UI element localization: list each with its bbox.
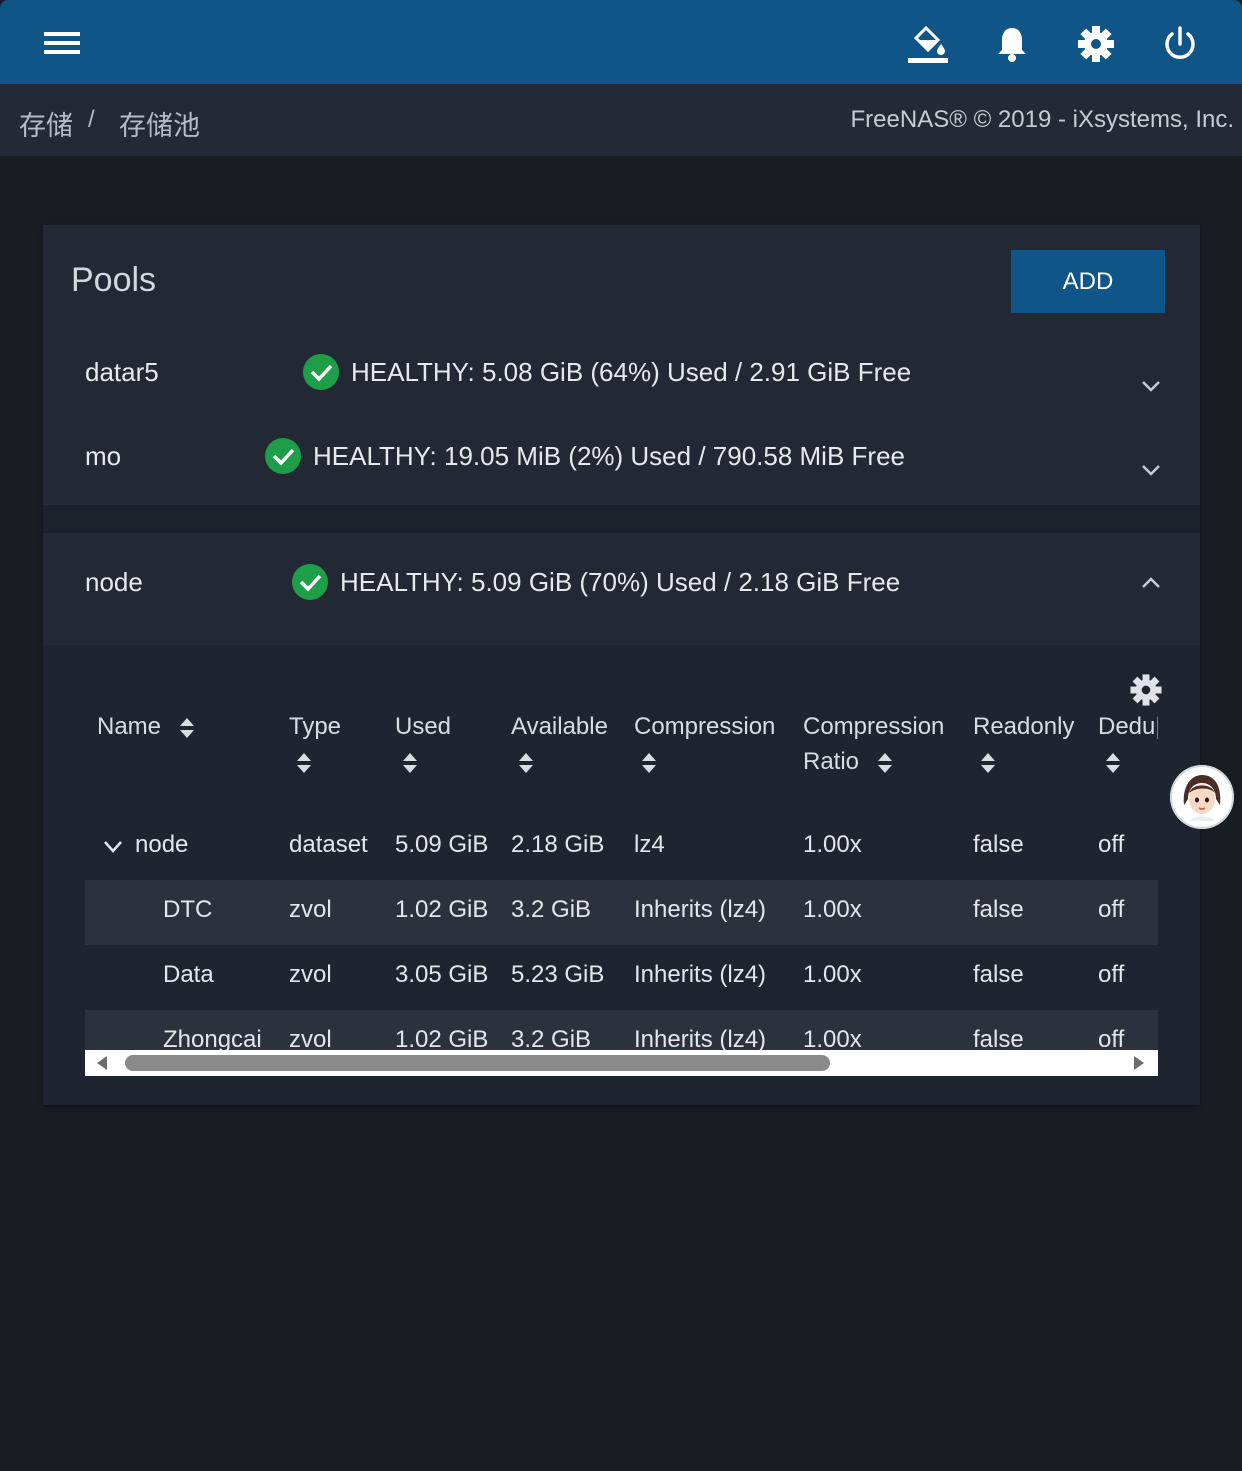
assistant-avatar[interactable] — [1170, 765, 1234, 829]
cell-name: Data — [163, 961, 214, 988]
cell-available: 3.2 GiB — [511, 896, 592, 923]
column-header-label: Readonly — [973, 713, 1075, 740]
cell-dedup: off — [1098, 896, 1125, 923]
column-header-label: Dedu| — [1098, 713, 1158, 740]
cell-name: DTC — [163, 896, 213, 923]
column-header-compression-ratio[interactable]: Compression Ratio — [803, 709, 944, 779]
pool-row-node[interactable]: node HEALTHY: 5.09 GiB (70%) Used / 2.18… — [43, 539, 1200, 623]
cell-used: 5.09 GiB — [395, 831, 489, 858]
cell-readonly: false — [973, 961, 1024, 988]
table-row[interactable]: DTC zvol 1.02 GiB 3.2 GiB Inherits (lz4)… — [85, 880, 1158, 945]
pool-status: HEALTHY: 19.05 MiB (2%) Used / 790.58 Mi… — [265, 438, 905, 474]
cell-available: 5.23 GiB — [511, 961, 605, 988]
cell-compression: lz4 — [634, 831, 665, 858]
column-header-compression[interactable]: Compression — [634, 709, 775, 779]
pool-divider — [43, 505, 1200, 533]
avatar-girl-icon — [1170, 765, 1234, 829]
column-header-label-line2: Ratio — [803, 748, 860, 775]
cell-ratio: 1.00x — [803, 896, 862, 923]
chevron-down-icon[interactable] — [1139, 374, 1163, 398]
cell-name: node — [135, 831, 189, 858]
scrollbar-thumb[interactable] — [125, 1055, 830, 1071]
horizontal-scrollbar[interactable] — [85, 1050, 1158, 1076]
table-row[interactable]: Data zvol 3.05 GiB 5.23 GiB Inherits (lz… — [85, 945, 1158, 1010]
pool-name: datar5 — [85, 357, 159, 387]
chevron-up-icon[interactable] — [1139, 571, 1163, 595]
cell-type: zvol — [289, 961, 332, 988]
settings-gear-icon[interactable] — [1074, 22, 1118, 66]
sort-icon[interactable] — [979, 751, 997, 775]
healthy-check-icon — [292, 564, 328, 600]
cell-ratio: 1.00x — [803, 961, 862, 988]
sort-icon[interactable] — [178, 716, 196, 740]
cell-dedup: off — [1098, 831, 1125, 858]
scroll-left-arrow-icon[interactable] — [97, 1056, 107, 1070]
column-header-type[interactable]: Type — [289, 709, 341, 779]
healthy-check-icon — [303, 354, 339, 390]
breadcrumb-item-storage[interactable]: 存储 — [19, 104, 73, 143]
pool-status-text: HEALTHY: 19.05 MiB (2%) Used / 790.58 Mi… — [313, 440, 905, 471]
column-header-readonly[interactable]: Readonly — [973, 709, 1074, 779]
column-header-label: Compression — [803, 713, 945, 740]
breadcrumb-item-pools: 存储池 — [119, 111, 200, 141]
cell-readonly: false — [973, 896, 1024, 923]
sort-icon[interactable] — [876, 751, 894, 775]
pool-name: mo — [85, 441, 122, 471]
breadcrumb-separator: / — [88, 106, 95, 133]
breadcrumb: 存储 / 存储池 FreeNAS® © 2019 - iXsystems, In… — [0, 84, 1242, 156]
power-icon[interactable] — [1158, 22, 1202, 66]
column-header-dedup[interactable]: Dedu| — [1098, 709, 1158, 779]
top-toolbar — [0, 0, 1242, 84]
column-header-label: Type — [289, 713, 342, 740]
page-title: Pools — [71, 261, 157, 299]
cell-used: 3.05 GiB — [395, 961, 489, 988]
pool-status-text: HEALTHY: 5.08 GiB (64%) Used / 2.91 GiB … — [351, 356, 912, 387]
pool-status: HEALTHY: 5.08 GiB (64%) Used / 2.91 GiB … — [303, 354, 911, 390]
column-header-name[interactable]: Name — [97, 709, 196, 744]
pool-status: HEALTHY: 5.09 GiB (70%) Used / 2.18 GiB … — [292, 564, 900, 600]
scroll-right-arrow-icon[interactable] — [1134, 1056, 1144, 1070]
column-header-used[interactable]: Used — [395, 709, 451, 779]
cell-type: dataset — [289, 831, 368, 858]
copyright-text: FreeNAS® © 2019 - iXsystems, Inc. — [850, 106, 1234, 133]
sort-icon[interactable] — [1104, 751, 1122, 775]
chevron-down-icon[interactable] — [1139, 458, 1163, 482]
hamburger-menu-icon[interactable] — [44, 30, 82, 56]
theme-paint-bucket-icon[interactable] — [906, 22, 950, 66]
cell-compression: Inherits (lz4) — [634, 896, 767, 923]
sort-icon[interactable] — [640, 751, 658, 775]
pool-row-datar5[interactable]: datar5 HEALTHY: 5.08 GiB (64%) Used / 2.… — [43, 329, 1200, 413]
table-row[interactable]: node dataset 5.09 GiB 2.18 GiB lz4 1.00x… — [85, 815, 1158, 880]
pools-card: Pools ADD datar5 HEALTHY: 5.08 GiB (64%)… — [43, 225, 1200, 1105]
column-header-label: Name — [97, 713, 162, 740]
pool-name: node — [85, 567, 143, 597]
cell-ratio: 1.00x — [803, 831, 862, 858]
chevron-down-icon[interactable] — [103, 840, 123, 854]
sort-icon[interactable] — [517, 751, 535, 775]
cell-readonly: false — [973, 831, 1024, 858]
healthy-check-icon — [265, 438, 301, 474]
cell-available: 2.18 GiB — [511, 831, 605, 858]
column-header-label: Compression — [634, 713, 776, 740]
cell-used: 1.02 GiB — [395, 896, 489, 923]
dataset-table: Name Type Used Available Compression Com… — [85, 665, 1158, 1076]
pool-status-text: HEALTHY: 5.09 GiB (70%) Used / 2.18 GiB … — [340, 566, 901, 597]
column-header-available[interactable]: Available — [511, 709, 608, 779]
add-pool-button[interactable]: ADD — [1011, 250, 1165, 313]
column-header-label: Used — [395, 713, 452, 740]
cell-type: zvol — [289, 896, 332, 923]
sort-icon[interactable] — [295, 751, 313, 775]
notifications-bell-icon[interactable] — [990, 22, 1034, 66]
cell-dedup: off — [1098, 961, 1125, 988]
sort-icon[interactable] — [401, 751, 419, 775]
pool-row-mo[interactable]: mo HEALTHY: 19.05 MiB (2%) Used / 790.58… — [43, 413, 1200, 497]
column-header-label: Available — [511, 713, 608, 740]
cell-compression: Inherits (lz4) — [634, 961, 767, 988]
